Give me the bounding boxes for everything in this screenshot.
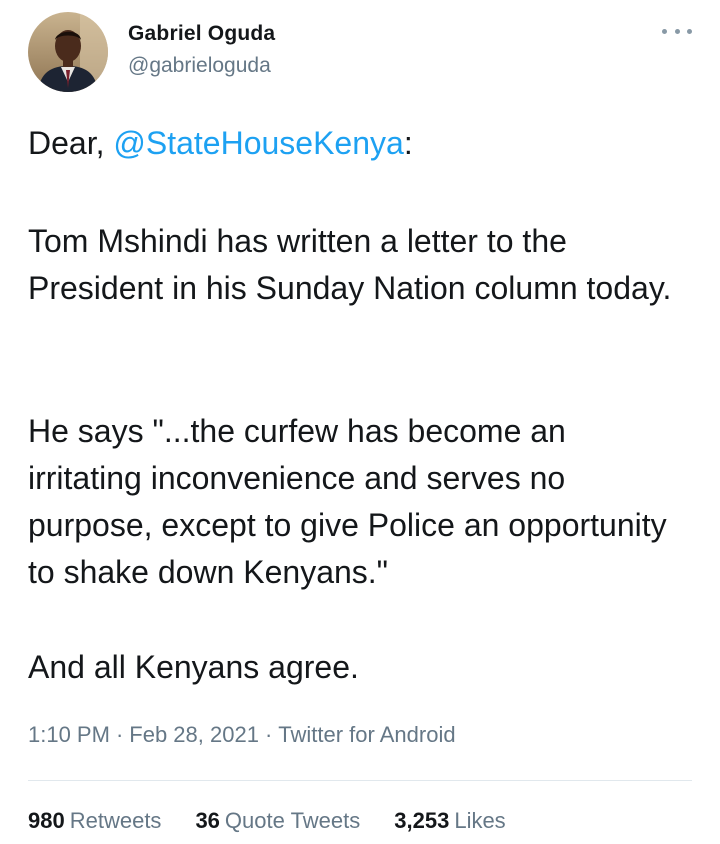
retweets-stat[interactable]: 980 Retweets bbox=[28, 808, 161, 834]
retweets-label: Retweets bbox=[69, 808, 162, 833]
tweet-detail: Gabriel Oguda @gabrieloguda Dear, @State… bbox=[0, 0, 720, 844]
mention-link[interactable]: @StateHouseKenya bbox=[113, 125, 403, 161]
avatar-image bbox=[28, 12, 108, 92]
salutation: Dear, bbox=[28, 125, 114, 161]
retweets-count: 980 bbox=[28, 808, 65, 833]
tweet-time[interactable]: 1:10 PM bbox=[28, 722, 110, 747]
tweet-meta: 1:10 PM · Feb 28, 2021 · Twitter for Android bbox=[28, 722, 456, 748]
likes-stat[interactable]: 3,253 Likes bbox=[394, 808, 505, 834]
tweet-header: Gabriel Oguda @gabrieloguda bbox=[28, 12, 692, 92]
dot bbox=[662, 28, 667, 34]
quote-tweets-stat[interactable]: 36 Quote Tweets bbox=[195, 808, 360, 834]
salutation-colon: : bbox=[403, 125, 413, 161]
tweet-stats: 980 Retweets 36 Quote Tweets 3,253 Likes bbox=[28, 808, 540, 834]
quote-tweets-count: 36 bbox=[195, 808, 220, 833]
dot bbox=[687, 28, 692, 34]
quote-tweets-label: Quote Tweets bbox=[224, 808, 361, 833]
tweet-date[interactable]: Feb 28, 2021 bbox=[129, 722, 259, 747]
meta-separator: · bbox=[115, 722, 124, 747]
tweet-paragraph-1: Dear, @StateHouseKenya: bbox=[28, 120, 413, 167]
more-options-icon[interactable] bbox=[662, 24, 692, 38]
author-name[interactable]: Gabriel Oguda bbox=[128, 22, 275, 46]
author-handle[interactable]: @gabrieloguda bbox=[128, 54, 271, 78]
dot bbox=[674, 28, 680, 34]
avatar[interactable] bbox=[28, 12, 108, 92]
likes-count: 3,253 bbox=[394, 808, 450, 833]
tweet-paragraph-2: Tom Mshindi has written a letter to the … bbox=[28, 223, 672, 306]
divider bbox=[28, 780, 692, 781]
meta-separator: · bbox=[264, 722, 273, 747]
tweet-paragraph-3: He says "...the curfew has become an irr… bbox=[28, 413, 667, 590]
likes-label: Likes bbox=[454, 808, 506, 833]
tweet-source[interactable]: Twitter for Android bbox=[278, 722, 455, 747]
tweet-paragraph-4: And all Kenyans agree. bbox=[28, 649, 359, 685]
